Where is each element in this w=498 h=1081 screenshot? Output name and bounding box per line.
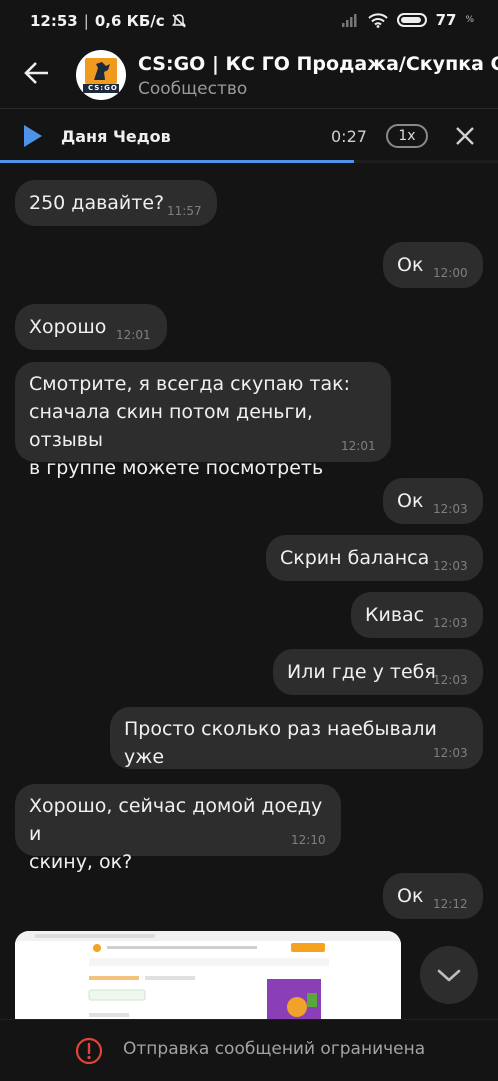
message-time: 12:10 [291, 833, 326, 847]
message-bubble-outgoing[interactable]: Или где у тебя 12:03 [273, 649, 483, 695]
csgo-logo-icon [83, 58, 119, 93]
restricted-message: Отправка сообщений ограничена [123, 1039, 426, 1059]
community-avatar[interactable]: CS:GO [76, 50, 126, 100]
signal-icon [341, 14, 357, 27]
message-bubble-outgoing[interactable]: Просто сколько раз наебывали уже 12:03 [110, 707, 483, 769]
avatar-label: CS:GO [88, 84, 118, 92]
back-arrow-icon[interactable] [22, 58, 52, 88]
battery-icon [396, 13, 427, 27]
playback-speed-button[interactable]: 1x [386, 124, 428, 148]
battery-level: 77 [435, 11, 457, 29]
battery-unit: % [465, 15, 474, 25]
chat-header: CS:GO CS:GO | КС ГО Продажа/Скупка СКИНО… [0, 44, 498, 108]
message-time: 12:01 [116, 328, 151, 342]
message-time: 12:12 [433, 897, 468, 911]
message-time: 12:01 [341, 439, 376, 453]
message-time: 12:03 [433, 673, 468, 687]
message-bubble-incoming[interactable]: Хорошо 12:01 [15, 304, 167, 350]
status-right: 77 % [341, 11, 474, 29]
wifi-icon [367, 12, 388, 28]
scroll-down-button[interactable] [420, 946, 478, 1004]
status-separator: | [83, 12, 89, 30]
screenshot-thumbnail [15, 931, 401, 1021]
player-time: 0:27 [331, 127, 367, 146]
message-time: 12:00 [433, 266, 468, 280]
warning-icon [75, 1037, 103, 1065]
status-time: 12:53 [30, 12, 78, 30]
mute-icon [171, 14, 186, 28]
message-text: Смотрите, я всегда скупаю так: сначала с… [29, 373, 350, 479]
status-speed: 0,6 КБ/с [94, 12, 165, 30]
player-track-name[interactable]: Даня Чедов [61, 127, 171, 146]
message-bubble-outgoing[interactable]: Ок 12:03 [383, 478, 483, 524]
status-bar: 12:53 | 0,6 КБ/с 77 % [0, 0, 498, 44]
play-icon[interactable] [24, 125, 42, 147]
chat-subtitle: Сообщество [138, 79, 248, 99]
message-time: 12:03 [433, 616, 468, 630]
restricted-bar: Отправка сообщений ограничена [0, 1019, 498, 1081]
status-left: 12:53 | 0,6 КБ/с [30, 12, 187, 30]
message-bubble-outgoing[interactable]: Кивас 12:03 [351, 592, 483, 638]
message-bubble-incoming[interactable]: Смотрите, я всегда скупаю так: сначала с… [15, 362, 391, 479]
message-text: Просто сколько раз наебывали уже [124, 718, 437, 768]
close-icon[interactable] [452, 123, 478, 149]
image-attachment[interactable] [15, 931, 401, 1021]
player-progress-fill [0, 160, 354, 163]
message-bubble-outgoing[interactable]: Ок 12:12 [383, 873, 483, 919]
message-bubble-outgoing[interactable]: Ок 12:00 [383, 242, 483, 288]
message-text: Хорошо, сейчас домой доеду и скину, ок? [29, 795, 323, 873]
message-bubble-incoming[interactable]: 250 давайте? 11:57 [15, 180, 217, 226]
message-time: 12:03 [433, 502, 468, 516]
message-bubble-incoming[interactable]: Хорошо, сейчас домой доеду и скину, ок? … [15, 784, 341, 873]
message-bubble-outgoing[interactable]: Скрин баланса 12:03 [266, 535, 483, 581]
audio-player: Даня Чедов 0:27 1x [0, 108, 498, 165]
message-time: 12:03 [433, 746, 468, 760]
message-time: 12:03 [433, 559, 468, 573]
chevron-down-icon [437, 969, 461, 982]
message-time: 11:57 [167, 204, 202, 218]
chat-title[interactable]: CS:GO | КС ГО Продажа/Скупка СКИНОВ [138, 53, 498, 75]
